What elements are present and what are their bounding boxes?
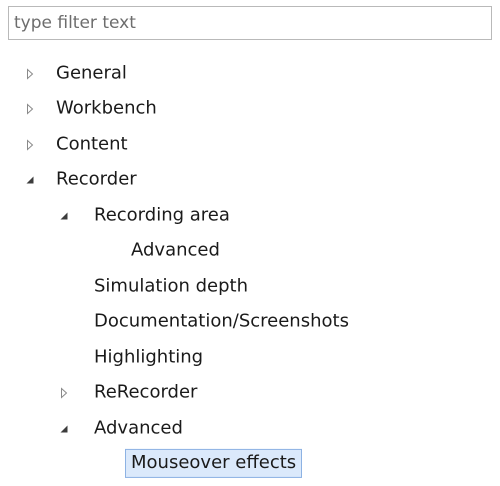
tree-item[interactable]: Documentation/Screenshots xyxy=(0,305,500,341)
expanded-arrow-icon[interactable] xyxy=(24,174,36,186)
tree-item-label: Workbench xyxy=(56,97,157,119)
tree-item[interactable]: Advanced xyxy=(0,234,500,270)
tree-item[interactable]: Highlighting xyxy=(0,340,500,376)
filter-box xyxy=(8,6,492,40)
tree-item[interactable]: Simulation depth xyxy=(0,269,500,305)
tree-item[interactable]: ReRecorder xyxy=(0,376,500,412)
tree-item-label: Advanced xyxy=(131,239,220,261)
collapsed-arrow-icon[interactable] xyxy=(58,387,70,399)
preferences-tree: General Workbench Content Recorder Recording… xyxy=(0,56,500,482)
tree-item[interactable]: Workbench xyxy=(0,92,500,128)
collapsed-arrow-icon[interactable] xyxy=(24,139,36,151)
filter-input[interactable] xyxy=(9,7,491,39)
tree-item-label: General xyxy=(56,62,127,84)
tree-item[interactable]: General xyxy=(0,56,500,92)
expanded-arrow-icon[interactable] xyxy=(58,210,70,222)
tree-item-label: Simulation depth xyxy=(94,275,248,297)
tree-item-label: Content xyxy=(56,133,128,155)
tree-item-label: Highlighting xyxy=(94,346,204,368)
tree-item-label: Documentation/Screenshots xyxy=(94,310,349,332)
tree-item[interactable]: Recorder xyxy=(0,163,500,199)
expanded-arrow-icon[interactable] xyxy=(58,423,70,435)
tree-item[interactable]: Advanced xyxy=(0,411,500,447)
tree-item-label: Mouseover effects xyxy=(125,449,303,479)
tree-item-label: ReRecorder xyxy=(94,381,198,403)
tree-item[interactable]: Mouseover effects xyxy=(0,447,500,483)
tree-item[interactable]: Content xyxy=(0,127,500,163)
tree-item-label: Recorder xyxy=(56,168,137,190)
collapsed-arrow-icon[interactable] xyxy=(24,103,36,115)
collapsed-arrow-icon[interactable] xyxy=(24,68,36,80)
tree-item-label: Advanced xyxy=(94,417,183,439)
tree-item-label: Recording area xyxy=(94,204,230,226)
tree-item[interactable]: Recording area xyxy=(0,198,500,234)
